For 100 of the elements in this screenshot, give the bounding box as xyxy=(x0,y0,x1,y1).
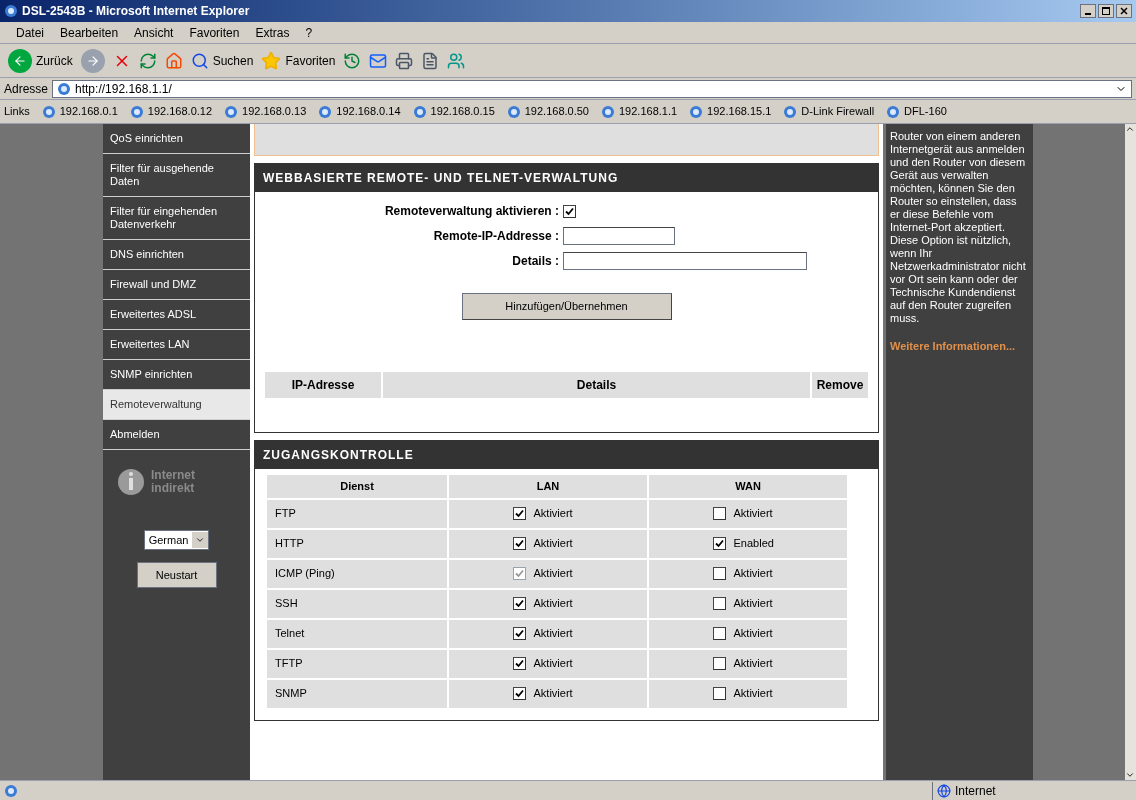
checkbox[interactable] xyxy=(512,507,526,520)
checkbox[interactable] xyxy=(712,507,726,520)
checkbox[interactable] xyxy=(712,687,726,700)
page-icon xyxy=(506,104,521,119)
page-icon xyxy=(783,104,798,119)
section-header: ZUGANGSKONTROLLE xyxy=(255,441,878,469)
menu-item[interactable]: Ansicht xyxy=(134,23,174,42)
column-header: LAN xyxy=(449,475,647,498)
close-icon xyxy=(1120,7,1128,15)
address-field[interactable]: http://192.168.1.1/ xyxy=(52,79,1132,98)
page-icon xyxy=(4,4,18,18)
column-header: WAN xyxy=(649,475,847,498)
column-header: IP-Adresse xyxy=(265,372,381,398)
section-header: WEBBASIERTE REMOTE- UND TELNET-VERWALTUNG xyxy=(255,164,878,192)
menu-item[interactable]: Extras xyxy=(255,23,290,42)
service-cell: HTTP xyxy=(267,529,447,558)
back-button[interactable]: Zurück xyxy=(8,48,73,73)
star-icon xyxy=(261,50,282,71)
checkbox[interactable] xyxy=(712,657,726,670)
service-cell: Telnet xyxy=(267,619,447,648)
checkbox-label: Aktiviert xyxy=(733,626,774,642)
minimize-icon xyxy=(1085,13,1091,15)
checkbox-label: Aktiviert xyxy=(533,656,574,672)
printer-icon[interactable] xyxy=(395,51,414,70)
checkbox[interactable] xyxy=(512,537,526,550)
column-header: Details xyxy=(383,372,810,398)
edit-icon[interactable] xyxy=(421,51,440,70)
menu-item[interactable]: Favoriten xyxy=(189,23,240,42)
checkbox-label: Enabled xyxy=(733,536,775,552)
link-button[interactable]: 192.168.0.50 xyxy=(506,103,589,120)
apply-button[interactable]: Hinzufügen/Übernehmen xyxy=(461,293,672,320)
window-title: DSL-2543B - Microsoft Internet Explorer xyxy=(22,3,250,20)
checkbox-label: Aktiviert xyxy=(733,596,774,612)
service-cell: TFTP xyxy=(267,649,447,678)
ip-field[interactable] xyxy=(563,227,675,245)
menu-item[interactable]: ? xyxy=(305,23,313,42)
favorites-button[interactable]: Favoriten xyxy=(261,50,336,71)
globe-icon xyxy=(937,783,951,798)
page-icon xyxy=(601,104,615,119)
service-cell: ICMP (Ping) xyxy=(267,559,447,588)
link-button[interactable]: 192.168.1.1 xyxy=(601,103,678,120)
checkbox-label: Aktiviert xyxy=(533,506,574,522)
checkbox[interactable] xyxy=(512,627,526,640)
mail-icon[interactable] xyxy=(369,51,388,70)
field-label: Remoteverwaltung aktivieren : xyxy=(383,203,560,220)
checkbox[interactable] xyxy=(712,597,726,610)
page-icon xyxy=(224,104,239,119)
history-icon[interactable] xyxy=(343,51,362,70)
restart-button[interactable]: Neustart xyxy=(136,562,217,588)
scroll-up-icon[interactable] xyxy=(1125,124,1135,134)
link-button[interactable]: 192.168.0.1 xyxy=(41,103,118,120)
link-button[interactable]: 192.168.0.15 xyxy=(412,103,495,120)
checkbox-label: Aktiviert xyxy=(733,686,774,702)
minimize-button[interactable] xyxy=(1080,4,1096,18)
sidebar-item[interactable]: Remoteverwaltung xyxy=(103,390,250,420)
language-select[interactable]: German xyxy=(143,530,210,550)
checkbox[interactable] xyxy=(512,687,526,700)
checkbox-label: Aktiviert xyxy=(533,566,574,582)
checkbox[interactable] xyxy=(712,627,726,640)
checkbox[interactable] xyxy=(712,537,726,550)
checkbox[interactable] xyxy=(512,597,526,610)
service-cell: FTP xyxy=(267,499,447,528)
details-field[interactable] xyxy=(563,252,807,270)
help-text: Router von einem anderen Internetgerät aus anmelden und den Router von diesem Gerät aus verwalten möchten, können Sie den Router so einstellen, dass er diese Befehle vom Internet-Port akzeptiert. Diese Option ist nützlich, wenn Ihr Netzwerkadministrator nicht vor Ort sein kann oder der Technische Kundendienst auf den Router zugreifen muss. xyxy=(890,129,1027,325)
link-button[interactable]: 192.168.0.14 xyxy=(318,103,401,120)
scroll-down-icon[interactable] xyxy=(1125,770,1135,780)
menu-item[interactable]: Datei xyxy=(16,23,44,42)
link-button[interactable]: D-Link Firewall xyxy=(783,103,875,120)
scrollbar[interactable] xyxy=(1125,124,1136,780)
page-icon xyxy=(318,104,333,119)
page-icon xyxy=(689,104,704,119)
maximize-button[interactable] xyxy=(1098,4,1114,18)
link-button[interactable]: 192.168.0.13 xyxy=(224,103,307,120)
search-button[interactable]: Suchen xyxy=(190,51,254,70)
dropdown-icon[interactable] xyxy=(192,532,209,548)
page-icon xyxy=(41,104,56,119)
checkbox-label: Aktiviert xyxy=(533,596,574,612)
logo-text: Internet xyxy=(151,469,195,482)
refresh-icon[interactable] xyxy=(138,51,157,70)
logo-text: indirekt xyxy=(151,482,195,495)
link-button[interactable]: DFL-160 xyxy=(886,103,947,120)
field-label: Remote-IP-Addresse : xyxy=(432,228,560,245)
checkbox[interactable] xyxy=(712,567,726,580)
link-button[interactable]: 192.168.0.12 xyxy=(129,103,213,120)
search-icon xyxy=(190,51,209,70)
menu-item[interactable]: Bearbeiten xyxy=(60,23,119,42)
checkbox-label: Aktiviert xyxy=(733,506,774,522)
checkbox[interactable] xyxy=(512,657,526,670)
page-icon xyxy=(129,104,144,119)
more-info-link[interactable]: Weitere Informationen... xyxy=(890,340,1029,353)
close-button[interactable] xyxy=(1116,4,1132,18)
link-button[interactable]: 192.168.15.1 xyxy=(689,103,772,120)
column-header: Dienst xyxy=(267,475,447,498)
address-label: Adresse xyxy=(4,80,49,98)
service-cell: SSH xyxy=(267,589,447,618)
checkbox-label: Aktiviert xyxy=(533,626,574,642)
checkbox-label: Aktiviert xyxy=(533,536,574,552)
links-label: Links xyxy=(4,104,30,120)
checkbox[interactable] xyxy=(563,204,576,218)
page-icon xyxy=(4,783,18,798)
